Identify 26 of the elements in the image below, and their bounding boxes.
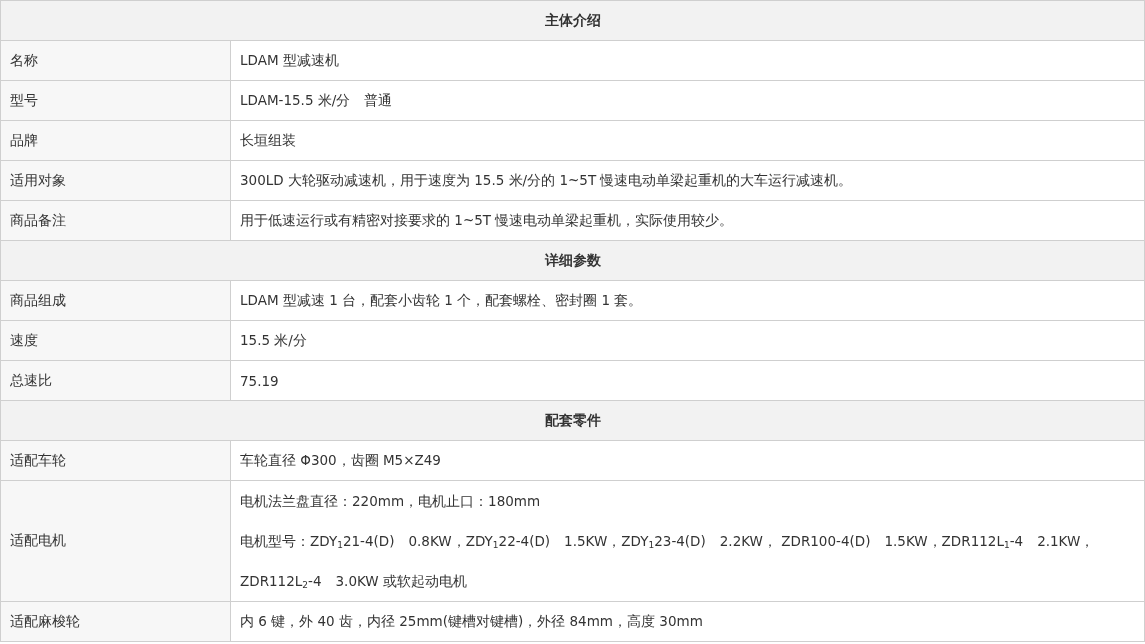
label-cell: 型号 — [0, 80, 231, 121]
section-heading: 主体介绍 — [0, 0, 1145, 41]
value-text: 电机型号：ZDY$_{1}$21-4(D) 0.8KW，ZDY$_{1}$22-4(D) 1.5KW，ZDY$_{1}$23-4(D) 2.2KW， ZDR100-4(D) 1.5KW，ZDR112L$_{1}$-4 2.1KW，ZDR112L$_{2}$-4 3.0KW 或软起动电机 — [240, 532, 1096, 592]
value-cell: 内 6 键，外 40 齿，内径 25mm(键槽对键槽)，外径 84mm，高度 30mm — [230, 601, 1145, 642]
value-cell: 长垣组装 — [230, 120, 1145, 161]
value-cell: 15.5 米/分 — [230, 320, 1145, 361]
label-cell: 速度 — [0, 320, 231, 361]
section-heading: 配套零件 — [0, 400, 1145, 441]
value-cell: 75.19 — [230, 360, 1145, 401]
value-cell: LDAM 型减速 1 台，配套小齿轮 1 个，配套螺栓、密封圈 1 套。 — [230, 280, 1145, 321]
value-cell: 用于低速运行或有精密对接要求的 1~5T 慢速电动单梁起重机，实际使用较少。 — [230, 200, 1145, 241]
label-cell: 名称 — [0, 40, 231, 81]
value-cell: 车轮直径 Φ300，齿圈 M5×Z49 — [230, 440, 1145, 481]
value-text: 电机法兰盘直径：220mm，电机止口：180mm — [240, 492, 542, 511]
label-cell: 商品备注 — [0, 200, 231, 241]
label-cell: 品牌 — [0, 120, 231, 161]
label-cell: 总速比 — [0, 360, 231, 401]
value-cell: 300LD 大轮驱动减速机，用于速度为 15.5 米/分的 1~5T 慢速电动单梁起重机的大车运行减速机。 — [230, 160, 1145, 201]
value-cell: LDAM 型减速机 — [230, 40, 1145, 81]
value-cell: LDAM-15.5 米/分 普通 — [230, 80, 1145, 121]
label-cell: 适配车轮 — [0, 440, 231, 481]
section-heading: 详细参数 — [0, 240, 1145, 281]
label-cell: 适用对象 — [0, 160, 231, 201]
label-cell: 适配麻梭轮 — [0, 601, 231, 642]
label-cell: 适配电机 — [0, 480, 231, 602]
label-cell: 商品组成 — [0, 280, 231, 321]
